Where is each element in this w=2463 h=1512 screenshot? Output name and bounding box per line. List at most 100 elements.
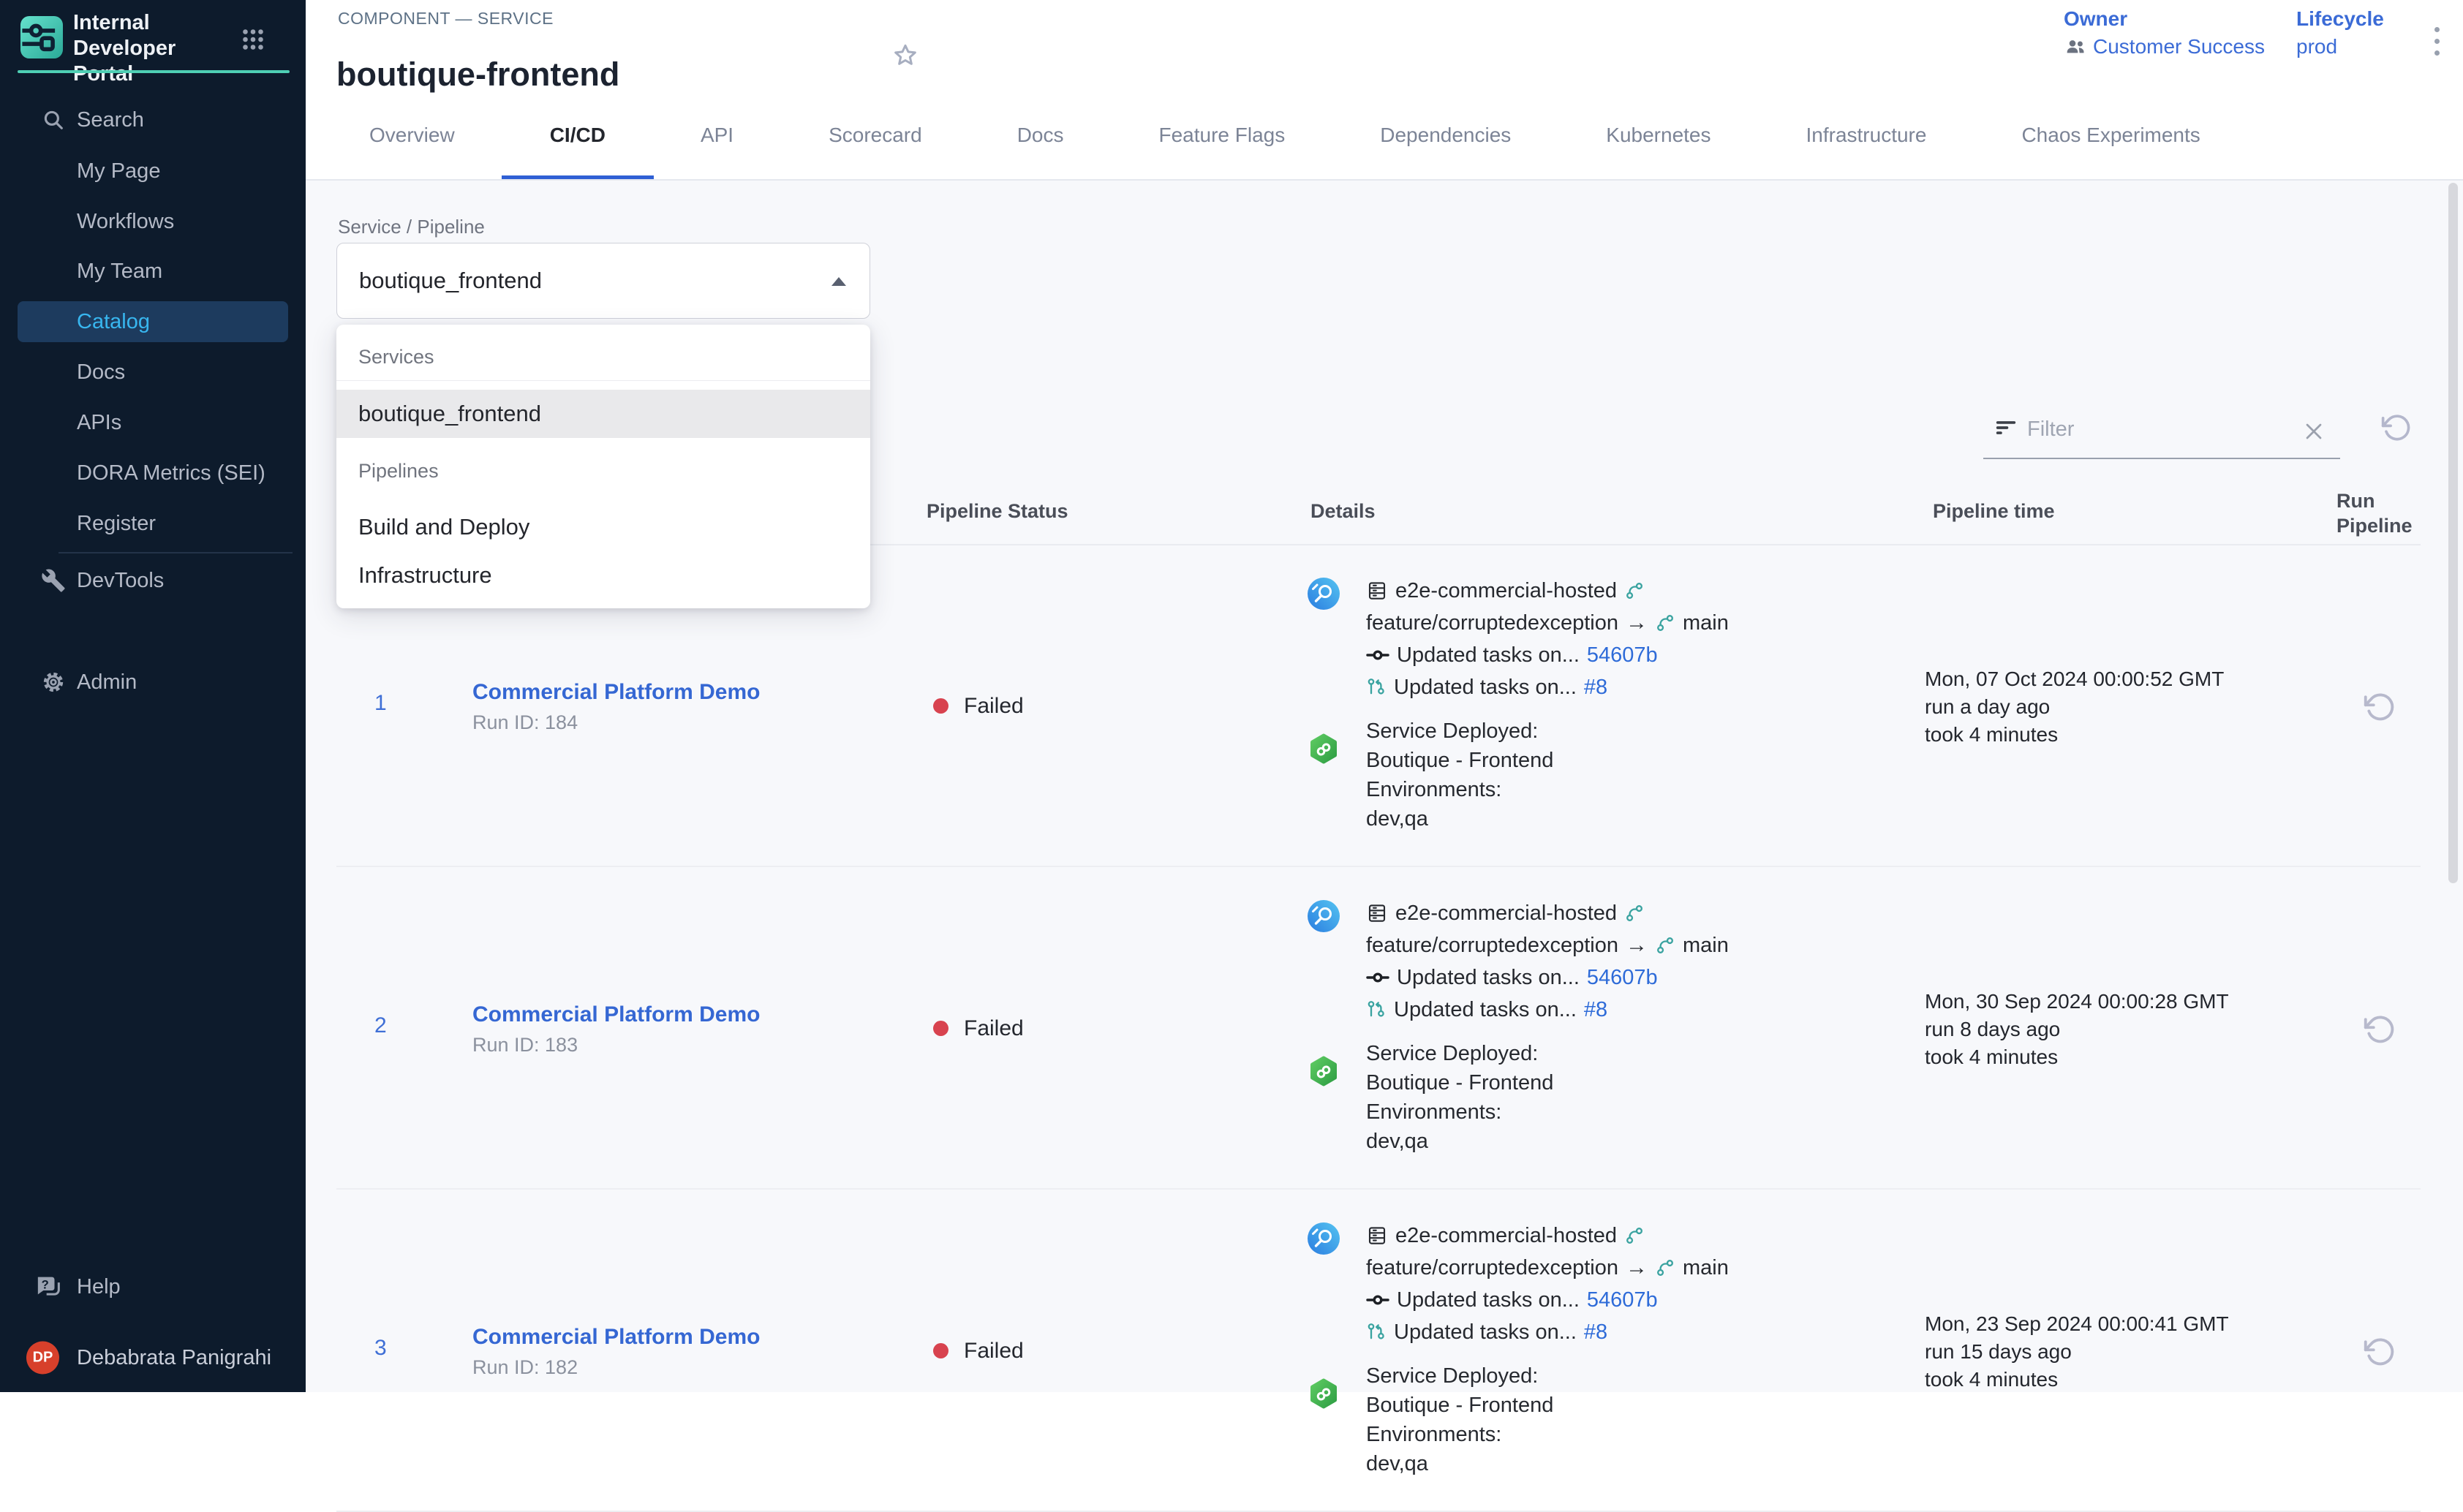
sidebar: Internal Developer Portal Search My Page… xyxy=(0,0,306,1392)
cd-stage-icon xyxy=(1308,1056,1340,1088)
run-details: e2e-commercial-hosted feature/corruptede… xyxy=(1366,897,1729,1156)
tab-chaos-experiments[interactable]: Chaos Experiments xyxy=(2021,91,2200,180)
service-pipeline-selected-value: boutique_frontend xyxy=(359,243,542,318)
ci-stage-icon xyxy=(1308,1222,1340,1255)
sidebar-user-menu[interactable]: DP Debabrata Panigrahi xyxy=(0,1331,306,1385)
service-pipeline-select[interactable]: boutique_frontend xyxy=(336,243,870,319)
tab-feature-flags[interactable]: Feature Flags xyxy=(1159,91,1286,180)
main-area: COMPONENT — SERVICE boutique-frontend Ow… xyxy=(306,0,2463,1392)
sidebar-item-catalog[interactable]: Catalog xyxy=(18,301,288,342)
commit-hash-link[interactable]: 54607b xyxy=(1587,643,1658,668)
sidebar-item-help[interactable]: Help xyxy=(0,1261,306,1312)
vertical-scrollbar-thumb[interactable] xyxy=(2448,183,2458,883)
environments-value: dev,qa xyxy=(1366,804,1729,834)
arrow-right-glyph: → xyxy=(1626,933,1648,958)
run-relative-time: run a day ago xyxy=(1925,693,2224,721)
sidebar-item-workflows[interactable]: Workflows xyxy=(0,196,306,247)
target-branch: main xyxy=(1683,611,1729,635)
sidebar-item-admin[interactable]: Admin xyxy=(0,657,306,708)
tab-infrastructure[interactable]: Infrastructure xyxy=(1806,91,1927,180)
sidebar-item-label: My Team xyxy=(77,260,162,284)
deployment-block: Service Deployed: Boutique - Frontend En… xyxy=(1366,1039,1729,1156)
run-pipeline-retry-icon[interactable] xyxy=(2364,1013,2396,1046)
clear-filter-icon[interactable] xyxy=(2301,418,2327,445)
tab-docs[interactable]: Docs xyxy=(1017,91,1064,180)
sidebar-item-label: Docs xyxy=(77,360,125,385)
column-header-pipeline-status: Pipeline Status xyxy=(927,500,1068,523)
sidebar-item-label: APIs xyxy=(77,411,121,435)
menu-group-services: Services xyxy=(336,325,870,381)
run-pipeline-retry-icon[interactable] xyxy=(2364,691,2396,723)
tab-overview[interactable]: Overview xyxy=(369,91,455,180)
pipeline-name-link[interactable]: Commercial Platform Demo xyxy=(472,1323,760,1351)
menu-item-build-and-deploy[interactable]: Build and Deploy xyxy=(336,502,870,553)
tab-scorecard[interactable]: Scorecard xyxy=(829,91,922,180)
sidebar-item-devtools[interactable]: DevTools xyxy=(0,555,306,606)
filter-input[interactable] xyxy=(2026,407,2274,452)
pr-message: Updated tasks on... xyxy=(1394,998,1577,1022)
sidebar-item-my-page[interactable]: My Page xyxy=(0,145,306,197)
menu-item-boutique-frontend[interactable]: boutique_frontend xyxy=(336,390,870,438)
pr-number-link[interactable]: #8 xyxy=(1584,1320,1607,1345)
run-details: e2e-commercial-hosted feature/corruptede… xyxy=(1366,575,1729,834)
sidebar-item-label: Catalog xyxy=(77,310,150,334)
git-branch-icon xyxy=(1655,935,1675,956)
run-duration: took 4 minutes xyxy=(1925,1043,2229,1071)
sidebar-item-register[interactable]: Register xyxy=(0,498,306,549)
pr-number-link[interactable]: #8 xyxy=(1584,676,1607,700)
git-commit-icon xyxy=(1366,643,1389,667)
cd-stage-icon xyxy=(1308,733,1340,766)
pr-message: Updated tasks on... xyxy=(1394,1320,1577,1345)
run-index-link[interactable]: 2 xyxy=(374,1013,387,1038)
tab-kubernetes[interactable]: Kubernetes xyxy=(1606,91,1710,180)
sidebar-item-apis[interactable]: APIs xyxy=(0,397,306,448)
run-index-link[interactable]: 3 xyxy=(374,1336,387,1361)
owner-link[interactable]: Customer Success xyxy=(2064,35,2265,58)
arrow-right-glyph: → xyxy=(1626,1255,1648,1280)
repository-name: e2e-commercial-hosted xyxy=(1395,579,1617,603)
cd-stage-icon xyxy=(1308,1378,1340,1410)
favorite-star-icon[interactable] xyxy=(891,41,920,70)
commit-hash-link[interactable]: 54607b xyxy=(1587,1288,1658,1312)
service-deployed-value: Boutique - Frontend xyxy=(1366,1068,1729,1097)
repository-icon xyxy=(1366,580,1388,602)
service-deployed-label: Service Deployed: xyxy=(1366,1361,1729,1391)
pipeline-time-block: Mon, 30 Sep 2024 00:00:28 GMT run 8 days… xyxy=(1925,988,2229,1071)
tab-dependencies[interactable]: Dependencies xyxy=(1380,91,1511,180)
sidebar-item-search[interactable]: Search xyxy=(0,94,306,145)
sidebar-item-label: Register xyxy=(77,512,156,536)
sidebar-item-docs[interactable]: Docs xyxy=(0,347,306,398)
run-index-link[interactable]: 1 xyxy=(374,691,387,716)
run-pipeline-retry-icon[interactable] xyxy=(2364,1336,2396,1368)
owner-value: Customer Success xyxy=(2093,35,2265,58)
status-label: Failed xyxy=(964,1339,1024,1364)
search-icon xyxy=(41,107,66,132)
tabs-divider xyxy=(306,179,2463,181)
app-title: Internal Developer Portal xyxy=(73,10,234,87)
run-duration: took 4 minutes xyxy=(1925,721,2224,749)
service-deployed-label: Service Deployed: xyxy=(1366,717,1729,746)
pr-number-link[interactable]: #8 xyxy=(1584,998,1607,1022)
service-deployed-value: Boutique - Frontend xyxy=(1366,1391,1729,1420)
commit-message: Updated tasks on... xyxy=(1397,966,1580,990)
commit-hash-link[interactable]: 54607b xyxy=(1587,966,1658,990)
run-duration: took 4 minutes xyxy=(1925,1366,2229,1394)
lifecycle-label: Lifecycle xyxy=(2296,7,2384,31)
pipeline-name-link[interactable]: Commercial Platform Demo xyxy=(472,1001,760,1029)
sidebar-item-label: My Page xyxy=(77,159,160,184)
tab-api[interactable]: API xyxy=(701,91,733,180)
people-icon xyxy=(2064,35,2087,58)
run-relative-time: run 15 days ago xyxy=(1925,1338,2229,1366)
user-name: Debabrata Panigrahi xyxy=(77,1346,271,1370)
pipeline-name-link[interactable]: Commercial Platform Demo xyxy=(472,678,760,706)
source-branch: feature/corruptedexception xyxy=(1366,934,1618,958)
refresh-table-icon[interactable] xyxy=(2381,412,2412,443)
app-switcher-grid-icon[interactable] xyxy=(240,26,266,53)
breadcrumb-entity-kind: COMPONENT — SERVICE xyxy=(338,9,554,29)
status-label: Failed xyxy=(964,1016,1024,1041)
entity-more-menu-icon[interactable] xyxy=(2422,20,2451,61)
sidebar-item-my-team[interactable]: My Team xyxy=(0,246,306,297)
tab-cicd[interactable]: CI/CD xyxy=(550,91,606,180)
menu-item-infrastructure[interactable]: Infrastructure xyxy=(336,553,870,598)
sidebar-item-dora-metrics[interactable]: DORA Metrics (SEI) xyxy=(0,447,306,499)
